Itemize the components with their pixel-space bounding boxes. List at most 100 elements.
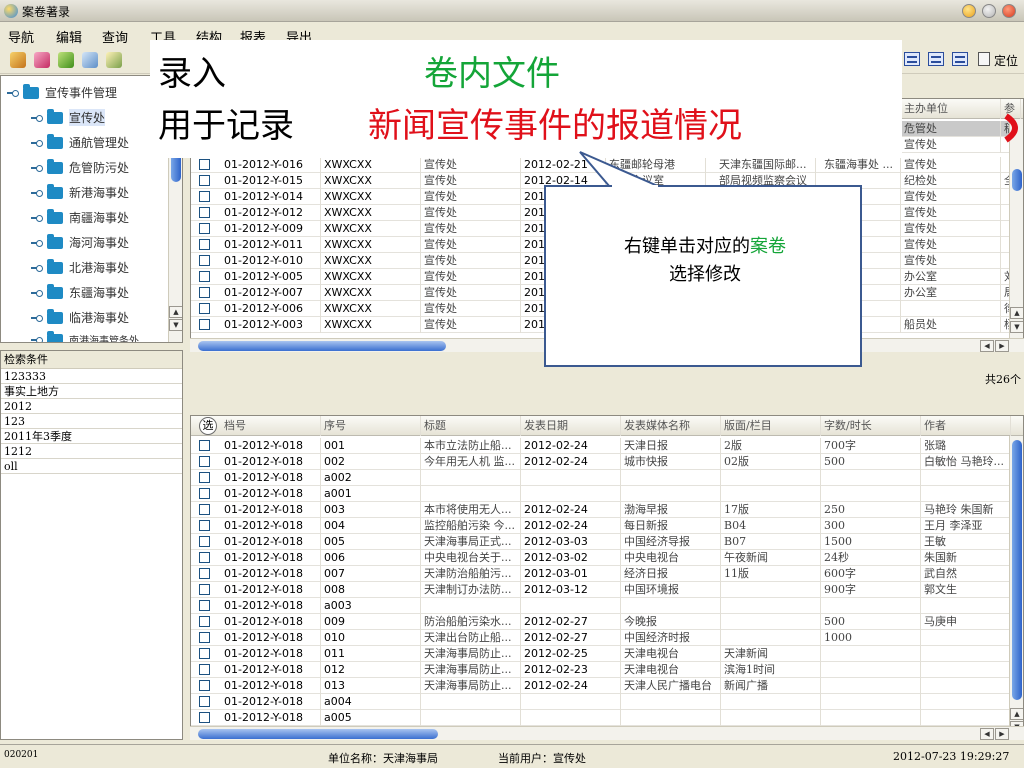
scroll-left-arrow[interactable]: ◀ [980, 728, 994, 740]
scroll-up-arrow[interactable]: ▲ [169, 306, 182, 318]
row-checkbox[interactable] [199, 488, 210, 499]
row-checkbox[interactable] [199, 223, 210, 234]
col-header-seq[interactable]: 序号 [321, 416, 421, 436]
copy-icon[interactable] [58, 52, 74, 68]
row-checkbox[interactable] [199, 648, 210, 659]
expand-icon[interactable] [31, 238, 43, 248]
table-row[interactable]: 01-2012-Y-018 a004 [191, 694, 1023, 710]
table-row[interactable]: 01-2012-Y-018 011 天津海事局防止... 2012-02-25 天津电视… [191, 646, 1023, 662]
col-header-title[interactable]: 标题 [421, 416, 521, 436]
table-row[interactable]: 01-2012-Y-018 a001 [191, 486, 1023, 502]
eraser-icon[interactable] [34, 52, 50, 68]
row-checkbox[interactable] [199, 319, 210, 330]
scroll-left-arrow[interactable]: ◀ [980, 340, 994, 352]
tree-node-nangang[interactable]: 南港海事管条外 [31, 330, 139, 342]
scroll-right-arrow[interactable]: ▶ [995, 340, 1009, 352]
row-checkbox[interactable] [199, 271, 210, 282]
scroll-up-arrow[interactable]: ▲ [1010, 307, 1023, 319]
grid-view-icon[interactable] [928, 52, 944, 66]
row-checkbox[interactable] [199, 696, 210, 707]
case-table-hthumb[interactable] [198, 341, 446, 351]
detail-view-icon[interactable] [952, 52, 968, 66]
expand-icon[interactable] [31, 113, 43, 123]
list-view-icon[interactable] [904, 52, 920, 66]
table-row[interactable]: 01-2012-Y-018 006 中央电视台关于... 2012-03-02 中央电视… [191, 550, 1023, 566]
locate-label[interactable]: 定位 [994, 52, 1018, 69]
tree-node-dongjiang[interactable]: 东疆海事处 [31, 283, 129, 301]
table-row[interactable]: 01-2012-Y-018 007 天津防治船舶污... 2012-03-01 经济日报… [191, 566, 1023, 582]
scroll-down-arrow[interactable]: ▼ [1010, 321, 1023, 333]
row-checkbox[interactable] [199, 255, 210, 266]
col-header-length[interactable]: 字数/时长 [821, 416, 921, 436]
search-item[interactable]: 2012 [1, 399, 182, 414]
minimize-button[interactable] [962, 4, 976, 18]
menu-navigate[interactable]: 导航 [8, 27, 34, 46]
col-header-file-no[interactable]: 档号 [221, 416, 321, 436]
scroll-right-arrow[interactable]: ▶ [995, 728, 1009, 740]
table-row[interactable]: 01-2012-Y-018 a003 [191, 598, 1023, 614]
col-header-date[interactable]: 发表日期 [521, 416, 621, 436]
table-row[interactable]: 01-2012-Y-018 001 本市立法防止船... 2012-02-24 天津日报… [191, 438, 1023, 454]
table-row[interactable]: 01-2012-Y-018 008 天津制订办法防... 2012-03-12 中国环境… [191, 582, 1023, 598]
row-checkbox[interactable] [199, 584, 210, 595]
row-checkbox[interactable] [199, 472, 210, 483]
row-checkbox[interactable] [199, 536, 210, 547]
refresh-icon[interactable] [106, 52, 122, 68]
maximize-button[interactable] [982, 4, 996, 18]
row-checkbox[interactable] [199, 680, 210, 691]
case-table-vscroll[interactable]: ▲ ▼ [1009, 119, 1023, 347]
collapse-icon[interactable] [7, 88, 19, 98]
table-row[interactable]: 01-2012-Y-018 013 天津海事局防止... 2012-02-24 天津人民… [191, 678, 1023, 694]
col-header-author[interactable]: 作者 [921, 416, 1011, 436]
menu-query[interactable]: 查询 [102, 27, 128, 46]
expand-icon[interactable] [31, 138, 43, 148]
table-row[interactable]: 01-2012-Y-018 004 监控船舶污染 今... 2012-02-24 每日新… [191, 518, 1023, 534]
row-checkbox[interactable] [199, 568, 210, 579]
expand-icon[interactable] [31, 263, 43, 273]
col-header-organizer[interactable]: 主办单位 [901, 99, 1001, 119]
row-checkbox[interactable] [199, 600, 210, 611]
select-all-button[interactable]: 选 [199, 417, 217, 435]
scroll-down-arrow[interactable]: ▼ [169, 319, 182, 331]
row-checkbox[interactable] [199, 520, 210, 531]
table-row[interactable]: 01-2012-Y-018 a005 [191, 710, 1023, 726]
tree-node-lingang[interactable]: 临港海事处 [31, 308, 129, 326]
tree-node-hazmat[interactable]: 危管防污处 [31, 158, 129, 176]
expand-icon[interactable] [31, 188, 43, 198]
case-table-vthumb[interactable] [1012, 169, 1022, 191]
col-header-section[interactable]: 版面/栏目 [721, 416, 821, 436]
menu-edit[interactable]: 编辑 [56, 27, 82, 46]
close-button[interactable] [1002, 4, 1016, 18]
tree-root[interactable]: 宣传事件管理 [7, 83, 117, 101]
document-table-hscroll[interactable]: ◀ ▶ [190, 726, 1024, 740]
table-row[interactable]: 01-2012-Y-018 009 防治船舶污染水... 2012-02-27 今晚报 5… [191, 614, 1023, 630]
row-checkbox[interactable] [199, 175, 210, 186]
locate-icon[interactable] [978, 52, 990, 66]
search-item[interactable]: 2011年3季度 [1, 429, 182, 444]
row-checkbox[interactable] [199, 440, 210, 451]
search-item[interactable]: 事实上地方 [1, 384, 182, 399]
table-row[interactable]: 01-2012-Y-018 010 天津出台防止船... 2012-02-27 中国经济… [191, 630, 1023, 646]
document-table-hthumb[interactable] [198, 729, 438, 739]
scroll-up-arrow[interactable]: ▲ [1010, 708, 1023, 720]
row-checkbox[interactable] [199, 303, 210, 314]
pencil-icon[interactable] [10, 52, 26, 68]
row-checkbox[interactable] [199, 159, 210, 170]
search-item[interactable]: 123 [1, 414, 182, 429]
row-checkbox[interactable] [199, 712, 210, 723]
search-item[interactable]: oll [1, 459, 182, 474]
row-checkbox[interactable] [199, 191, 210, 202]
row-checkbox[interactable] [199, 287, 210, 298]
expand-icon[interactable] [31, 163, 43, 173]
row-checkbox[interactable] [199, 207, 210, 218]
expand-icon[interactable] [31, 335, 43, 342]
col-header-media[interactable]: 发表媒体名称 [621, 416, 721, 436]
table-row[interactable]: 01-2012-Y-018 a002 [191, 470, 1023, 486]
table-row[interactable]: 01-2012-Y-016 XWXCXX 宣传处 2012-02-21 东疆邮轮母港 天津… [191, 157, 1023, 173]
tree-node-beigang[interactable]: 北港海事处 [31, 258, 129, 276]
row-checkbox[interactable] [199, 616, 210, 627]
document-table-vthumb[interactable] [1012, 440, 1022, 700]
row-checkbox[interactable] [199, 632, 210, 643]
row-checkbox[interactable] [199, 456, 210, 467]
tree-node-navigation[interactable]: 通航管理处 [31, 133, 129, 151]
